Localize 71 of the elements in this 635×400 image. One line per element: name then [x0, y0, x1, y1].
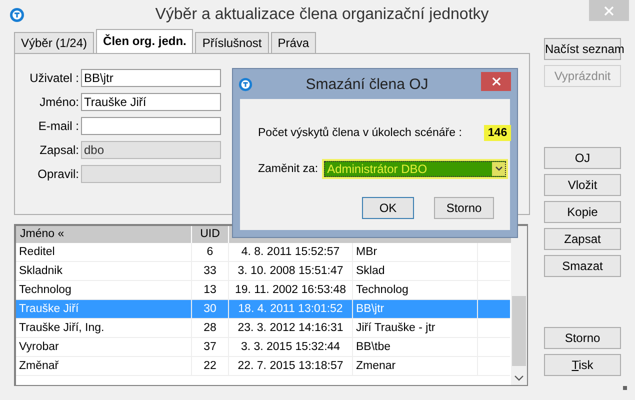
close-icon: [604, 6, 614, 16]
app-logo-icon: [9, 7, 25, 23]
field-label: E-mail :: [37, 119, 80, 133]
table-row[interactable]: Skladnik 33 3. 10. 2008 15:51:47 Sklad: [16, 262, 510, 281]
count-value: 146: [484, 125, 512, 141]
chevron-down-icon[interactable]: [492, 162, 506, 176]
column-header[interactable]: UID: [192, 226, 229, 243]
table-cell: 30: [192, 300, 229, 318]
side-button[interactable]: Zapsat: [544, 228, 621, 250]
side-button[interactable]: Kopie: [544, 201, 621, 223]
table-cell: Zmenar: [353, 357, 478, 375]
table-cell: Trauške Jiří: [16, 300, 192, 318]
table-cell: 3. 3. 2015 15:32:44: [229, 338, 353, 356]
table-cell: 22. 7. 2015 13:18:57: [229, 357, 353, 375]
table-cell: 28: [192, 319, 229, 337]
count-label: Počet výskytů člena v úkolech scénáře :: [258, 127, 462, 139]
input-field[interactable]: BB\jtr: [81, 69, 221, 87]
table-cell: Sklad: [353, 262, 478, 280]
input-field[interactable]: Trauške Jiří: [81, 93, 221, 111]
table-cell: 4. 8. 2011 15:52:57: [229, 243, 353, 261]
side-button[interactable]: Vložit: [544, 174, 621, 196]
tab[interactable]: Příslušnost: [195, 32, 269, 53]
table-cell: 19. 11. 2002 16:53:48: [229, 281, 353, 299]
tab[interactable]: Práva: [270, 32, 316, 53]
table-row[interactable]: Změnař 22 22. 7. 2015 13:18:57 Zmenar: [16, 357, 510, 376]
table-cell: Skladnik: [16, 262, 192, 280]
table-row[interactable]: Reditel 6 4. 8. 2011 15:52:57 MBr: [16, 243, 510, 262]
table-cell: Reditel: [16, 243, 192, 261]
app-logo-icon: [238, 76, 253, 92]
tab[interactable]: Výběr (1/24): [14, 32, 94, 53]
dialog-title: Smazání člena OJ: [304, 76, 430, 92]
input-field[interactable]: [81, 117, 221, 135]
field-label: Jméno:: [38, 95, 80, 109]
table-cell: Jiří Trauške - jtr: [353, 319, 478, 337]
scroll-thumb[interactable]: [512, 296, 526, 366]
table-cell: MBr: [353, 243, 478, 261]
field-label: Opravil:: [36, 167, 80, 181]
side-button[interactable]: Storno: [544, 327, 621, 349]
side-button[interactable]: OJ: [544, 147, 621, 169]
dialog-button[interactable]: OK: [362, 197, 414, 219]
table-cell: 18. 4. 2011 13:01:52: [229, 300, 353, 318]
field-label: Zapsal:: [38, 143, 80, 157]
side-button[interactable]: Smazat: [544, 255, 621, 277]
table-cell: 37: [192, 338, 229, 356]
table-cell: 33: [192, 262, 229, 280]
scroll-down-icon[interactable]: [514, 375, 524, 381]
table-cell: BB\tbe: [353, 338, 478, 356]
table-cell: 13: [192, 281, 229, 299]
field-label: Uživatel :: [28, 71, 80, 85]
window-title: Výběr a aktualizace člena organizační jednotky: [154, 6, 490, 24]
table-cell: Změnař: [16, 357, 192, 375]
table-cell: Technolog: [353, 281, 478, 299]
resize-grip-icon[interactable]: [623, 386, 627, 390]
table-cell: Technolog: [16, 281, 192, 299]
table-cell: BB\jtr: [353, 300, 478, 318]
table-cell: Trauške Jiří, Ing.: [16, 319, 192, 337]
replace-label: Zaměnit za:: [258, 163, 318, 175]
table-row[interactable]: Vyrobar 37 3. 3. 2015 15:32:44 BB\tbe: [16, 338, 510, 357]
side-button[interactable]: Tisk: [544, 354, 621, 376]
scrollbar[interactable]: [511, 226, 527, 385]
close-button[interactable]: [481, 72, 511, 90]
table-row[interactable]: Trauške Jiří, Ing. 28 23. 3. 2012 14:16:31 Jiří Trauške - jtr: [16, 319, 510, 338]
table-cell: 6: [192, 243, 229, 261]
table-cell: Vyrobar: [16, 338, 192, 356]
dialog-button[interactable]: Storno: [434, 197, 494, 219]
column-header[interactable]: Jméno «: [16, 226, 192, 243]
table-cell: 23. 3. 2012 14:16:31: [229, 319, 353, 337]
tab[interactable]: Člen org. jedn.: [96, 29, 194, 53]
table-cell: 22: [192, 357, 229, 375]
table-cell: 3. 10. 2008 15:51:47: [229, 262, 353, 280]
close-icon: [492, 76, 500, 86]
